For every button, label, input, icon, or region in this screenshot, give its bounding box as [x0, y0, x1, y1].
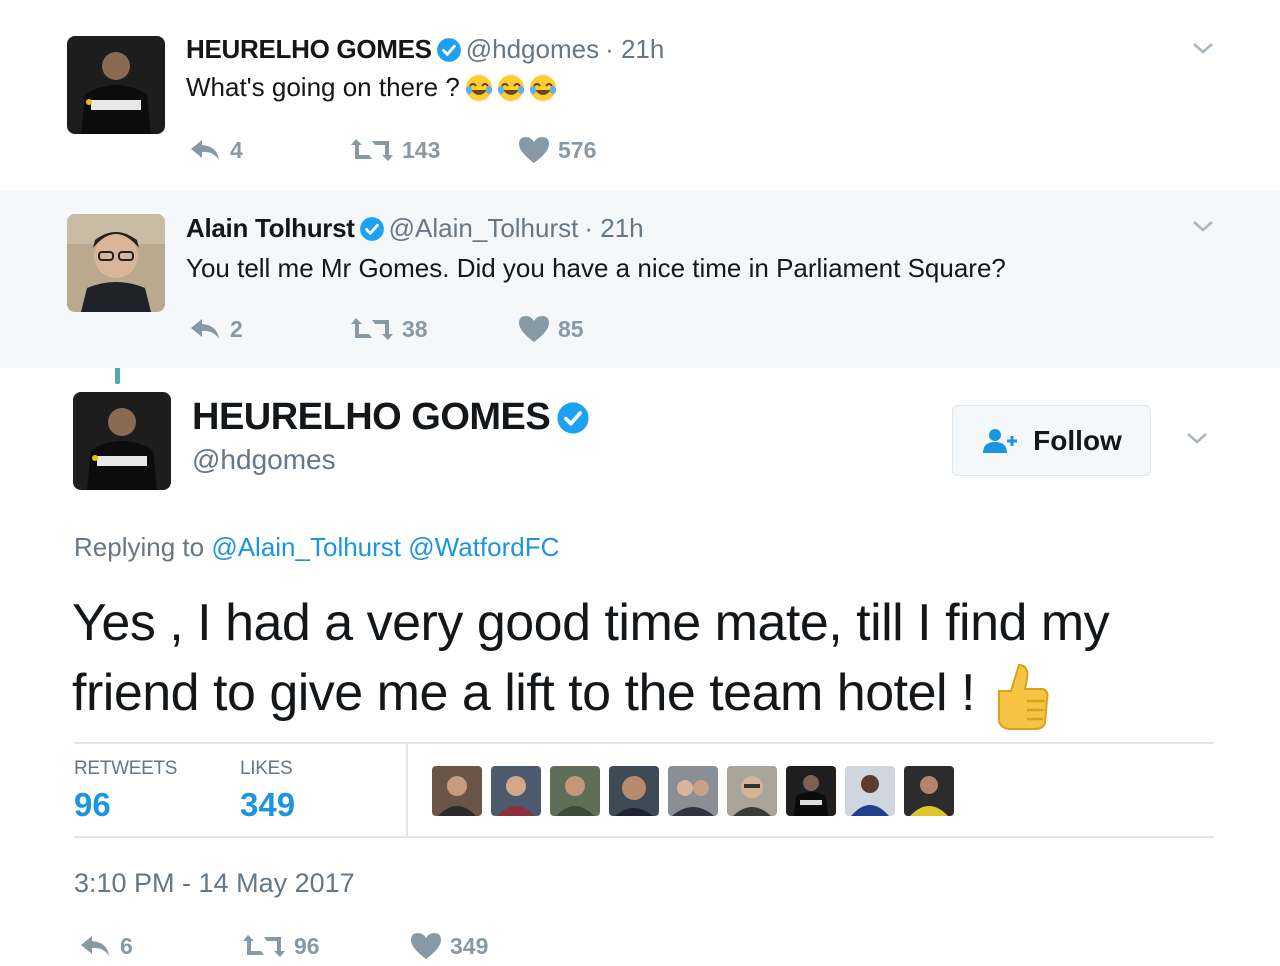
liker-avatar[interactable]	[491, 766, 541, 816]
laughing-emoji-icon	[464, 73, 494, 103]
retweet-icon	[351, 139, 393, 161]
author-name[interactable]: HEURELHO GOMES	[186, 34, 432, 65]
stats-divider	[406, 744, 408, 836]
follow-button[interactable]: Follow	[952, 405, 1151, 476]
reply-button[interactable]: 4	[188, 137, 350, 164]
retweet-button[interactable]: 96	[242, 933, 410, 960]
follow-label: Follow	[1033, 424, 1122, 456]
tweet-tolhurst[interactable]: Alain Tolhurst @Alain_Tolhurst · 21h You…	[0, 190, 1280, 368]
liker-avatar[interactable]	[432, 766, 482, 816]
tweet-time[interactable]: · 21h	[584, 213, 643, 244]
retweet-count: 96	[294, 932, 320, 959]
main-author-name[interactable]: HEURELHO GOMES	[192, 396, 594, 439]
replying-prefix: Replying to	[74, 532, 205, 562]
author-handle[interactable]: @hdgomes	[466, 34, 599, 65]
reply-button[interactable]: 2	[188, 316, 350, 343]
tweet-time[interactable]: · 21h	[605, 34, 664, 65]
likes-value[interactable]: 349	[240, 786, 295, 824]
tweet-actions: 2 38 85	[188, 315, 584, 343]
chevron-down-icon[interactable]	[1188, 38, 1218, 58]
liker-avatar[interactable]	[668, 766, 718, 816]
heart-icon	[519, 137, 549, 163]
like-button[interactable]: 576	[518, 136, 596, 164]
laughing-emoji-icon	[496, 73, 526, 103]
tweet-body: You tell me Mr Gomes. Did you have a nic…	[186, 253, 1006, 283]
heart-icon	[519, 316, 549, 342]
reply-count: 4	[230, 136, 243, 163]
retweet-button[interactable]: 38	[350, 316, 518, 343]
reply-button[interactable]: 6	[78, 933, 242, 960]
liker-avatar[interactable]	[845, 766, 895, 816]
reply-count: 6	[120, 932, 133, 959]
tweet-text: What's going on there ?	[186, 72, 558, 103]
reply-icon	[81, 936, 109, 956]
retweets-label: RETWEETS	[74, 758, 178, 779]
retweets-value[interactable]: 96	[74, 786, 177, 824]
like-count: 349	[450, 932, 489, 959]
tweet-text: You tell me Mr Gomes. Did you have a nic…	[186, 253, 1006, 284]
tweet-header: Alain Tolhurst @Alain_Tolhurst · 21h	[186, 213, 644, 244]
retweets-stat[interactable]: RETWEETS 96	[74, 758, 177, 824]
replying-to: Replying to @Alain_Tolhurst @WatfordFC	[74, 532, 559, 563]
like-button[interactable]: 349	[410, 932, 488, 960]
reply-count: 2	[230, 315, 243, 342]
heart-icon	[411, 933, 441, 959]
main-name-text[interactable]: HEURELHO GOMES	[192, 396, 551, 439]
like-count: 85	[558, 315, 584, 342]
laughing-emoji-icon	[528, 73, 558, 103]
like-count: 576	[558, 136, 597, 163]
retweet-button[interactable]: 143	[350, 137, 518, 164]
avatar[interactable]	[67, 36, 165, 134]
likes-label: LIKES	[240, 758, 293, 779]
chevron-down-icon[interactable]	[1188, 216, 1218, 236]
avatar[interactable]	[67, 214, 165, 312]
retweet-icon	[243, 935, 285, 957]
liker-avatar[interactable]	[609, 766, 659, 816]
author-handle[interactable]: @Alain_Tolhurst	[389, 213, 579, 244]
retweet-icon	[351, 318, 393, 340]
liker-avatars	[432, 766, 963, 816]
main-author-handle[interactable]: @hdgomes	[192, 444, 336, 476]
main-text-line-2: friend to give me a lift to the team hot…	[72, 658, 1192, 731]
main-tweet-actions: 6 96 349	[78, 932, 488, 960]
follow-person-icon	[983, 428, 1018, 453]
divider	[74, 836, 1214, 838]
main-text-line: friend to give me a lift to the team hot…	[72, 664, 975, 722]
likes-stat[interactable]: LIKES 349	[240, 758, 295, 824]
retweet-count: 38	[402, 315, 428, 342]
liker-avatar[interactable]	[786, 766, 836, 816]
reply-icon	[191, 140, 219, 160]
main-avatar[interactable]	[73, 392, 171, 490]
verified-icon	[556, 401, 590, 435]
tweet-header: HEURELHO GOMES @hdgomes · 21h	[186, 34, 664, 65]
verified-icon	[436, 37, 462, 63]
tweet-body: What's going on there ?	[186, 72, 460, 102]
chevron-down-icon[interactable]	[1182, 428, 1212, 448]
like-button[interactable]: 85	[518, 315, 584, 343]
tweet-actions: 4 143 576	[188, 136, 596, 164]
liker-avatar[interactable]	[550, 766, 600, 816]
main-text-line: Yes , I had a very good time mate, till …	[72, 594, 1110, 652]
tweet-gomes[interactable]: HEURELHO GOMES @hdgomes · 21h What's goi…	[0, 0, 1280, 190]
divider	[74, 742, 1214, 744]
reply-icon	[191, 319, 219, 339]
main-tweet-text: Yes , I had a very good time mate, till …	[72, 588, 1192, 731]
verified-icon	[359, 216, 385, 242]
mention-link[interactable]: @Alain_Tolhurst	[211, 532, 401, 562]
liker-avatar[interactable]	[727, 766, 777, 816]
thumbs-up-emoji-icon	[989, 661, 1051, 731]
retweet-count: 143	[402, 136, 441, 163]
mention-link[interactable]: @WatfordFC	[408, 532, 559, 562]
tweet-timestamp[interactable]: 3:10 PM - 14 May 2017	[74, 868, 355, 899]
author-name[interactable]: Alain Tolhurst	[186, 213, 355, 244]
liker-avatar[interactable]	[904, 766, 954, 816]
